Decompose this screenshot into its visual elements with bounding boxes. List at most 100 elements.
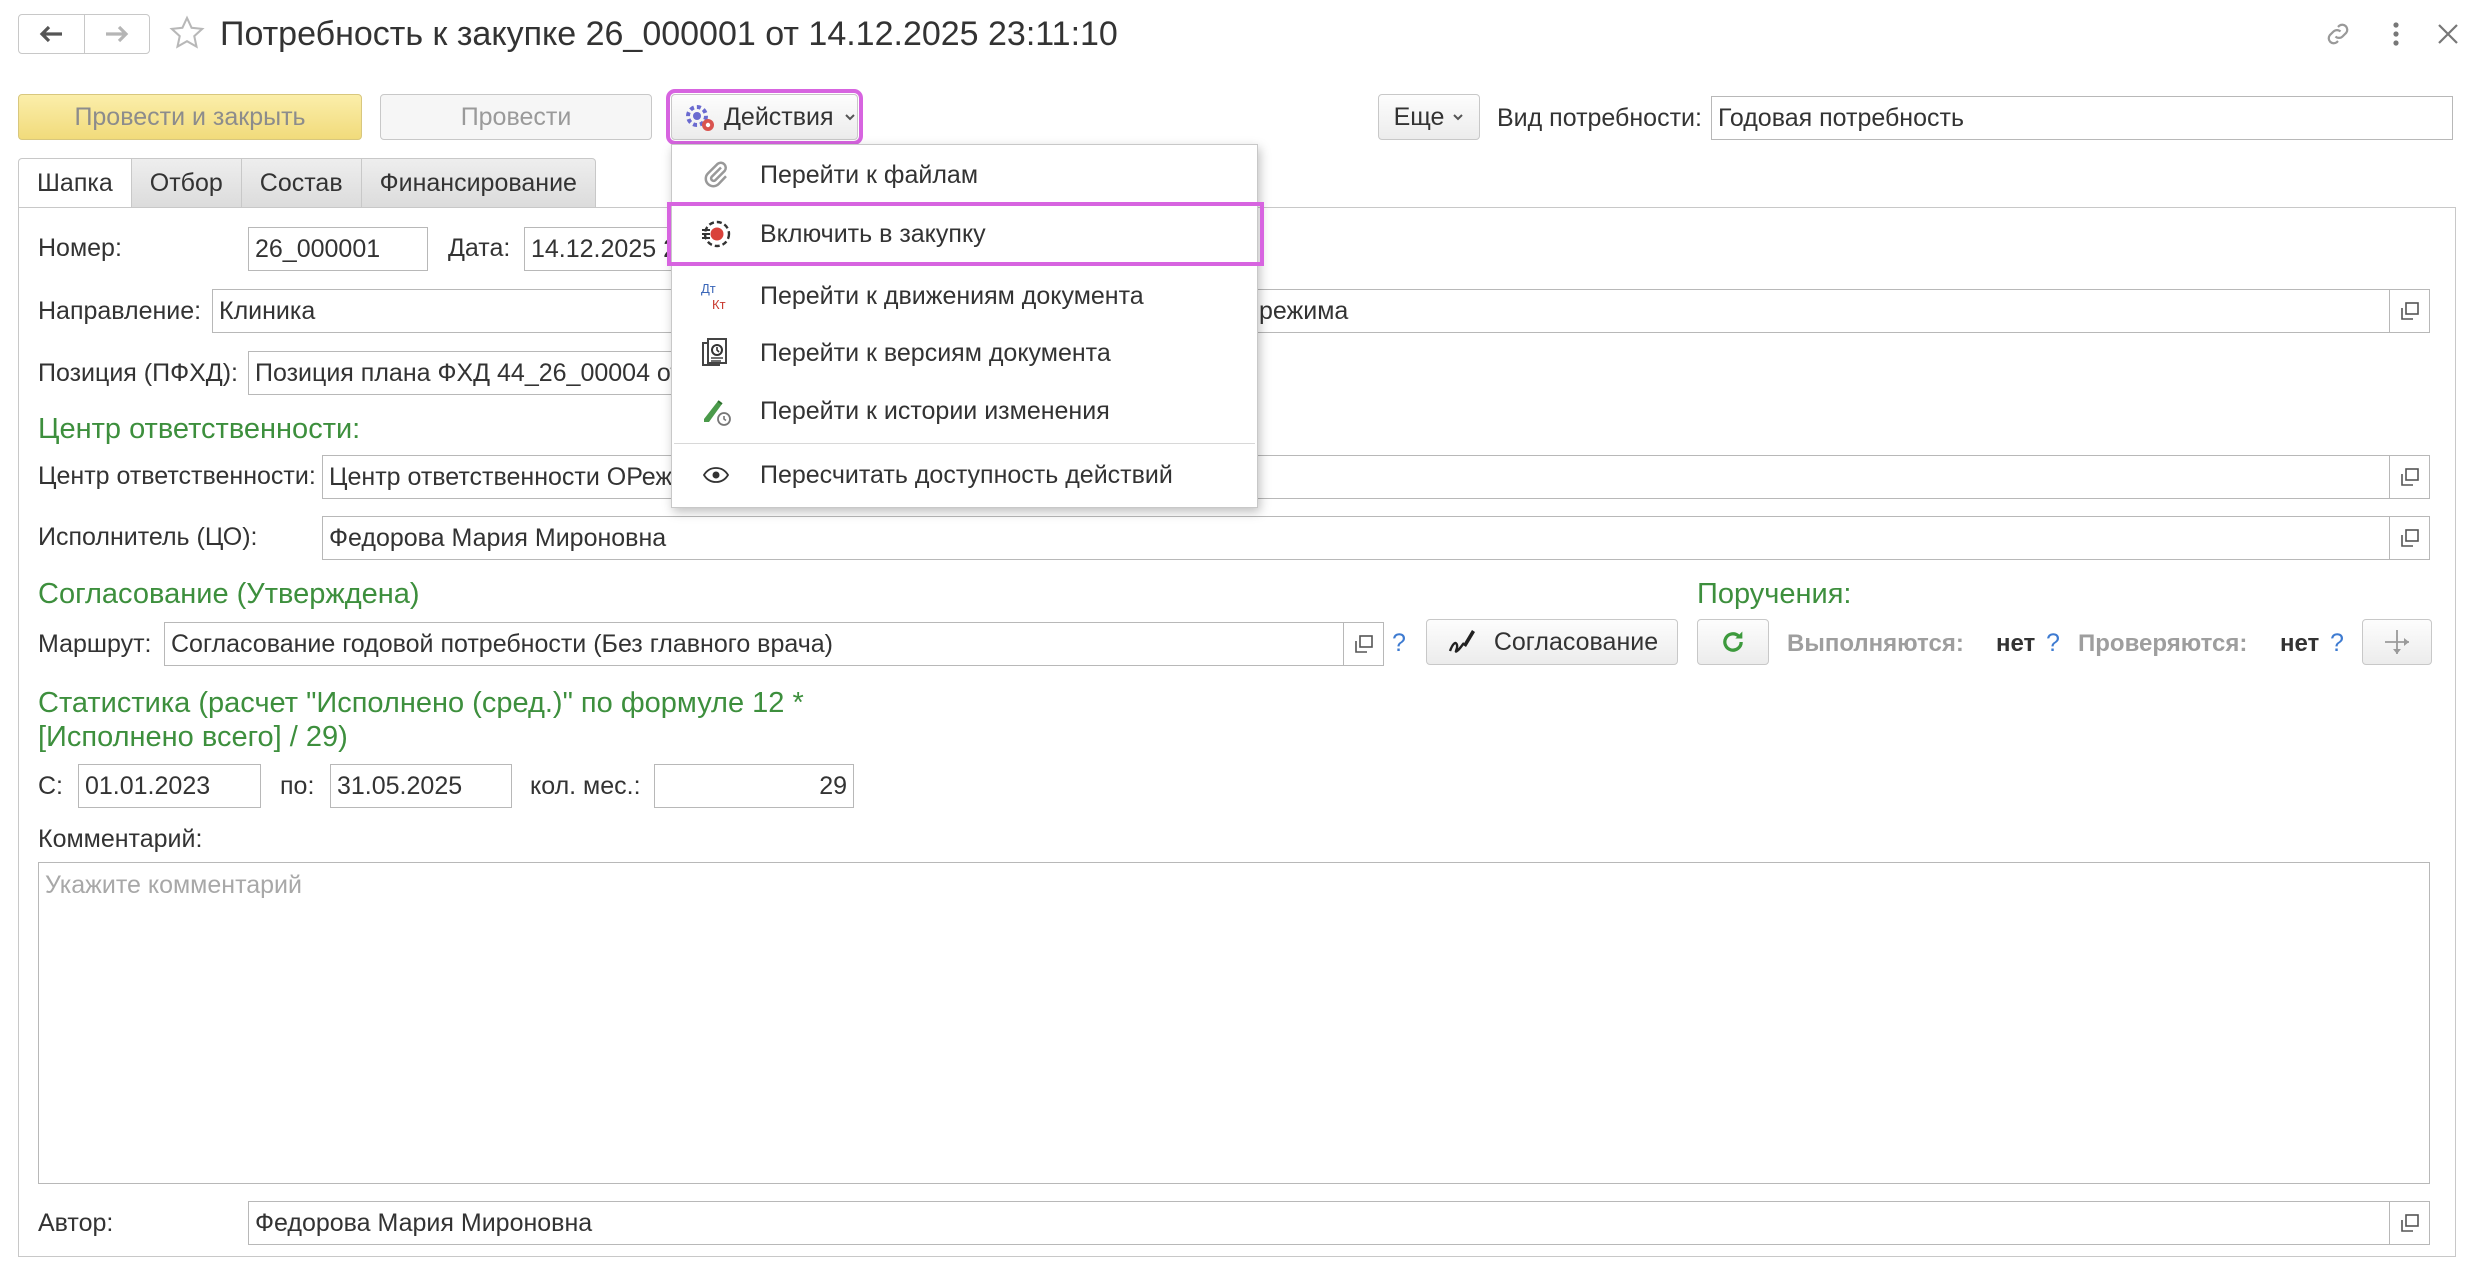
executing-value: нет <box>1996 630 2036 657</box>
paperclip-icon <box>696 155 736 195</box>
menu-item-label: Перейти к истории изменения <box>760 396 1110 425</box>
open-window-icon <box>2400 302 2419 320</box>
position-field[interactable]: Позиция плана ФХД 44_26_00004 от <box>248 351 684 395</box>
chevron-down-icon <box>844 114 855 121</box>
signature-pen-icon <box>1448 630 1475 653</box>
page-title: Потребность к закупке 26_000001 от 14.12… <box>220 15 1118 53</box>
menu-item-document-movements[interactable]: Дт Кт Перейти к движениям документа <box>672 268 1257 324</box>
date-field[interactable]: 14.12.2025 2 <box>524 227 684 271</box>
tab-header[interactable]: Шапка <box>18 158 132 208</box>
author-open-button[interactable] <box>2390 1201 2430 1245</box>
tab-financing[interactable]: Финансирование <box>361 158 596 208</box>
direction-value: Клиника <box>219 296 316 325</box>
arrow-right-icon <box>105 25 129 43</box>
refresh-orders-button[interactable] <box>1697 619 1769 665</box>
direction-value-tail: режима <box>1259 296 1349 325</box>
checking-value: нет <box>2280 630 2320 657</box>
forward-button[interactable] <box>83 15 150 53</box>
executor-label: Исполнитель (ЦО): <box>38 523 258 551</box>
rc-field[interactable]: Центр ответственности ОРеж <box>322 455 2390 499</box>
orders-extra-button[interactable] <box>2362 619 2432 665</box>
move-arrows-icon <box>2385 630 2409 654</box>
open-window-icon <box>2400 1214 2419 1232</box>
tab-composition[interactable]: Состав <box>241 158 362 208</box>
comment-textarea[interactable] <box>38 862 2430 1184</box>
rc-section-title: Центр ответственности: <box>38 413 361 445</box>
route-open-button[interactable] <box>1344 622 1384 666</box>
executing-help-icon[interactable]: ? <box>2046 629 2060 658</box>
rc-open-button[interactable] <box>2390 455 2430 499</box>
svg-text:Дт: Дт <box>701 281 716 296</box>
direction-open-button[interactable] <box>2390 289 2430 333</box>
from-date-field[interactable]: 01.01.2023 <box>78 764 261 808</box>
actions-dropdown-menu: Перейти к файлам Включить в закупку Дт Кт… <box>667 144 1264 508</box>
post-button[interactable]: Провести <box>380 94 652 140</box>
from-label: С: <box>38 772 63 800</box>
months-label: кол. мес.: <box>530 772 641 800</box>
svg-text:Кт: Кт <box>712 297 726 312</box>
position-label: Позиция (ПФХД): <box>38 359 238 387</box>
more-button[interactable]: Еще <box>1378 94 1480 140</box>
kebab-icon <box>2393 22 2399 46</box>
eye-icon <box>696 455 736 495</box>
route-label: Маршрут: <box>38 630 152 658</box>
menu-item-label: Перейти к движениям документа <box>760 281 1144 310</box>
number-label: Номер: <box>38 234 122 262</box>
need-type-label: Вид потребности: <box>1497 104 1702 132</box>
to-label: по: <box>280 772 315 800</box>
number-field[interactable]: 26_000001 <box>248 227 428 271</box>
approval-button-label: Согласование <box>1493 627 1659 656</box>
author-field[interactable]: Федорова Мария Мироновна <box>248 1201 2390 1245</box>
link-icon <box>2327 23 2349 45</box>
favorite-star-button[interactable] <box>168 14 206 57</box>
need-type-field[interactable]: Годовая потребность <box>1711 96 2453 140</box>
approval-button[interactable]: Согласование <box>1426 619 1678 665</box>
versions-icon <box>696 333 736 373</box>
menu-item-include-in-procurement[interactable]: Включить в закупку <box>667 202 1264 266</box>
executor-field[interactable]: Федорова Мария Мироновна <box>322 516 2390 560</box>
menu-item-label: Перейти к файлам <box>760 160 979 189</box>
menu-item-document-versions[interactable]: Перейти к версиям документа <box>672 325 1257 381</box>
menu-separator <box>674 443 1255 444</box>
executor-open-button[interactable] <box>2390 516 2430 560</box>
checking-label: Проверяются: <box>2078 630 2248 657</box>
nav-buttons <box>18 14 150 54</box>
menu-item-change-history[interactable]: Перейти к истории изменения <box>672 383 1257 439</box>
close-button[interactable] <box>2432 18 2464 50</box>
star-icon <box>169 15 205 49</box>
link-button[interactable] <box>2322 18 2354 50</box>
route-help-icon[interactable]: ? <box>1392 629 1406 658</box>
actions-button[interactable]: Действия <box>666 89 863 145</box>
include-procurement-icon <box>696 214 736 254</box>
approval-section-title: Согласование (Утверждена) <box>38 578 420 610</box>
menu-item-label: Включить в закупку <box>760 219 986 248</box>
comment-label: Комментарий: <box>38 825 203 853</box>
months-field[interactable]: 29 <box>654 764 854 808</box>
rc-label: Центр ответственности: <box>38 462 316 490</box>
to-date-field[interactable]: 31.05.2025 <box>330 764 512 808</box>
checking-help-icon[interactable]: ? <box>2330 629 2344 658</box>
menu-item-recalculate-availability[interactable]: Пересчитать доступность действий <box>672 447 1257 503</box>
stats-title-line2: [Исполнено всего] / 29) <box>38 721 348 753</box>
menu-item-label: Пересчитать доступность действий <box>760 460 1173 489</box>
back-button[interactable] <box>19 15 84 53</box>
open-window-icon <box>2400 468 2419 486</box>
menu-item-go-to-files[interactable]: Перейти к файлам <box>672 147 1257 203</box>
tab-bar: Шапка Отбор Состав Финансирование <box>18 158 596 208</box>
more-options-button[interactable] <box>2380 18 2412 50</box>
history-icon <box>696 391 736 431</box>
route-field[interactable]: Согласование годовой потребности (Без гл… <box>164 622 1344 666</box>
direction-field[interactable]: Клиника режима <box>212 289 2390 333</box>
refresh-icon <box>1723 631 1743 652</box>
actions-label: Действия <box>724 102 834 131</box>
tab-filter[interactable]: Отбор <box>131 158 242 208</box>
chevron-down-icon <box>1453 114 1464 121</box>
menu-item-label: Перейти к версиям документа <box>760 338 1111 367</box>
more-label: Еще <box>1393 102 1445 131</box>
author-label: Автор: <box>38 1209 114 1237</box>
close-icon <box>2438 24 2458 44</box>
arrow-left-icon <box>39 25 63 43</box>
orders-section-title: Поручения: <box>1697 578 1852 610</box>
direction-label: Направление: <box>38 297 202 325</box>
post-and-close-button[interactable]: Провести и закрыть <box>18 94 362 140</box>
